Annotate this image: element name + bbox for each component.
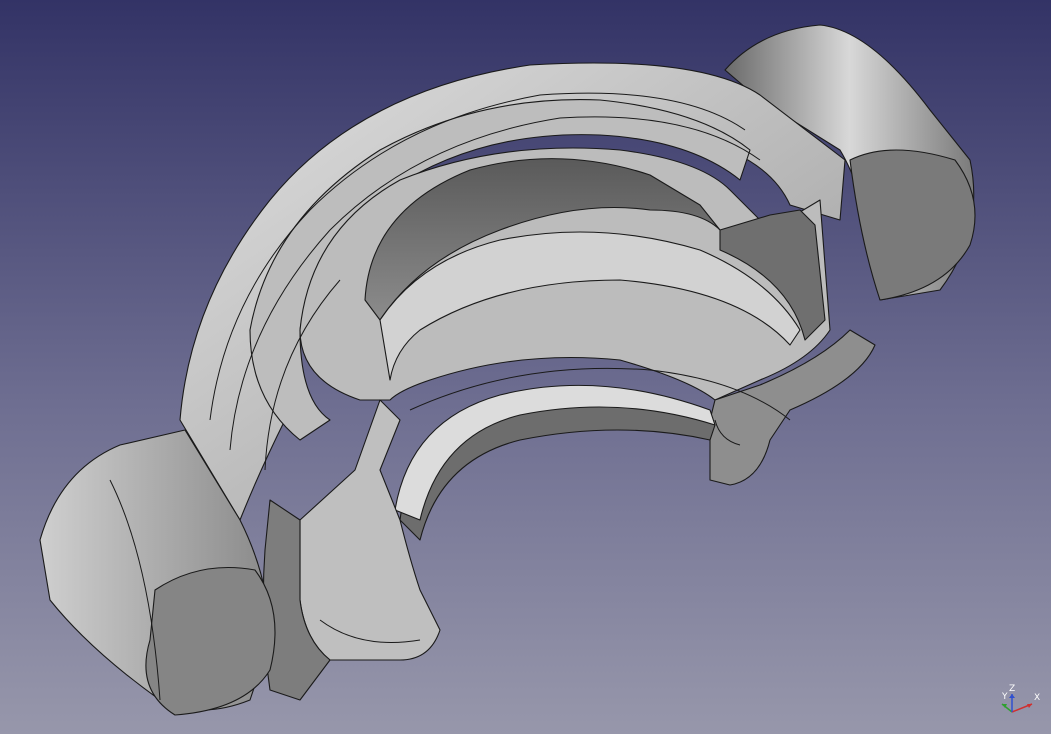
z-axis-arrow (1009, 694, 1015, 698)
y-axis-label: Y (1002, 692, 1008, 702)
3d-viewport[interactable]: X Y Z (0, 0, 1051, 734)
lower-bore (399, 394, 716, 541)
right-boss-end (849, 149, 976, 301)
lower-bore-lip (394, 384, 716, 521)
axis-triad-icon (1001, 694, 1033, 713)
cad-part-model[interactable] (0, 0, 1051, 734)
z-axis-label: Z (1009, 684, 1016, 694)
x-axis-label: X (1034, 693, 1041, 703)
left-boss-end (145, 566, 276, 716)
axis-triad: X Y Z (996, 684, 1046, 728)
part-body (39, 24, 976, 716)
